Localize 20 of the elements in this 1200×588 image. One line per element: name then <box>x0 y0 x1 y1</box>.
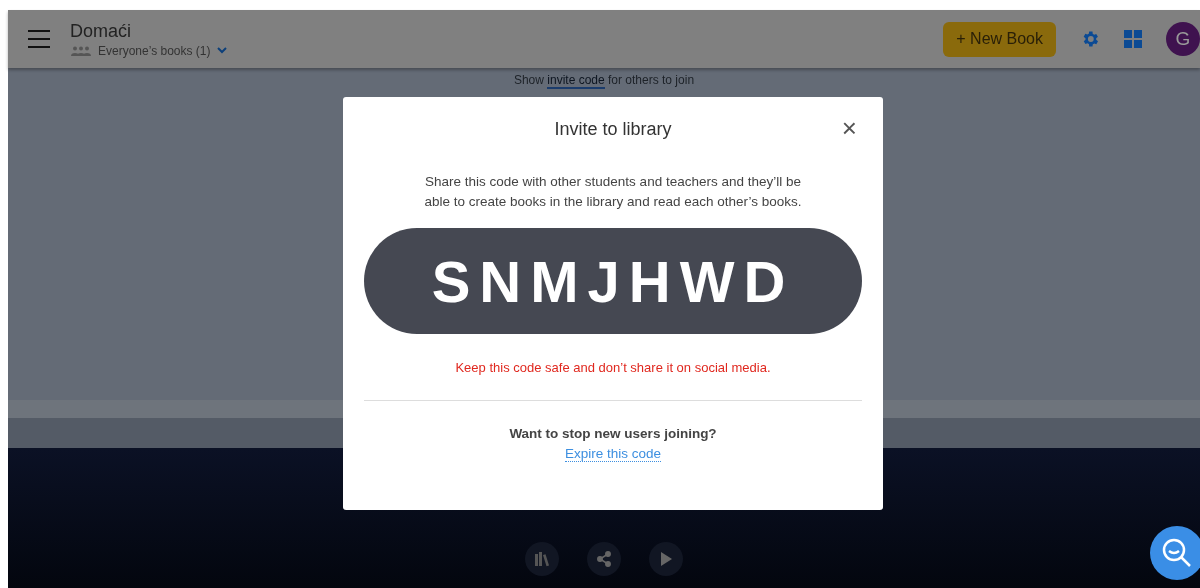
warning-text: Keep this code safe and don’t share it on social media. <box>455 360 771 375</box>
books-filter[interactable]: Everyone’s books (1) <box>98 43 211 58</box>
books-icon[interactable] <box>525 542 559 576</box>
close-button[interactable]: × <box>841 115 857 141</box>
people-icon <box>70 45 92 56</box>
invite-code: SNMJHWD <box>364 228 862 334</box>
grid-icon[interactable] <box>1124 30 1142 48</box>
library-title: Domaći <box>70 20 132 42</box>
share-icon[interactable] <box>587 542 621 576</box>
user-avatar[interactable]: G <box>1166 22 1200 56</box>
new-book-button[interactable]: + New Book <box>943 21 1056 57</box>
expire-code-link[interactable]: Expire this code <box>564 446 662 462</box>
stop-question: Want to stop new users joining? <box>509 426 717 441</box>
menu-icon[interactable] <box>28 30 50 48</box>
dialog-title: Invite to library <box>554 119 672 140</box>
chevron-down-icon[interactable] <box>216 47 227 54</box>
invite-hint: Show invite code for others to join <box>513 73 695 89</box>
dialog-description: Share this code with other students and teachers and they’ll be able to create books in the library and read each other’s books. <box>423 173 803 211</box>
play-icon[interactable] <box>649 542 683 576</box>
invite-code-link[interactable]: invite code <box>547 73 605 89</box>
